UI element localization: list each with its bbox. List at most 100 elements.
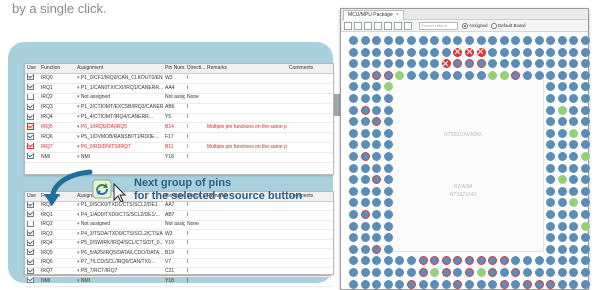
assignment-cell[interactable]: ▾ P7_7/LCD/SCL/IRQ6/CAN/TX0... — [75, 258, 163, 268]
package-pin[interactable] — [349, 268, 358, 277]
package-pin[interactable] — [441, 70, 451, 80]
package-pin[interactable] — [546, 198, 556, 208]
package-pin[interactable] — [453, 59, 463, 69]
package-pin[interactable] — [360, 82, 370, 92]
comments-cell[interactable] — [287, 220, 333, 231]
package-pin[interactable] — [557, 186, 567, 196]
package-pin[interactable] — [557, 117, 567, 127]
tab-mcu-package[interactable]: MCU/MPU Package × — [343, 10, 404, 20]
table-row[interactable]: IRQ4 ▾ P1_4/CTIOMT/IRQ4/CANERR... Y5 I — [25, 113, 333, 124]
package-pin[interactable] — [372, 268, 382, 277]
package-pin[interactable] — [349, 279, 358, 289]
col-assignment[interactable]: Assignment — [75, 64, 163, 74]
package-pin[interactable] — [372, 186, 382, 196]
comments-cell[interactable] — [287, 122, 333, 134]
use-cell[interactable] — [25, 142, 39, 154]
use-cell[interactable] — [25, 122, 39, 134]
use-cell[interactable] — [25, 152, 39, 164]
assignment-cell[interactable]: ▾ P1_1/CAN0TX/CXI/IRQ1/CANERR... — [75, 83, 163, 94]
package-pin[interactable] — [383, 163, 393, 173]
settings-icon[interactable] — [404, 22, 412, 30]
package-pin[interactable] — [534, 59, 544, 69]
use-checkbox[interactable] — [27, 122, 34, 130]
package-pin[interactable] — [349, 140, 358, 150]
package-pin[interactable] — [407, 47, 416, 57]
package-pin[interactable] — [546, 210, 556, 219]
comments-cell[interactable] — [287, 258, 333, 268]
package-pin[interactable] — [557, 256, 567, 266]
comments-cell[interactable] — [287, 83, 333, 94]
use-cell[interactable] — [25, 229, 39, 240]
package-pin[interactable] — [360, 198, 370, 208]
package-pin[interactable] — [360, 70, 370, 80]
package-pin[interactable] — [534, 279, 544, 289]
rotate-icon[interactable] — [374, 22, 382, 30]
col-direction[interactable]: Directi... — [185, 64, 205, 74]
use-cell[interactable] — [25, 113, 39, 124]
package-pin[interactable] — [441, 36, 451, 45]
package-pin[interactable] — [453, 47, 463, 57]
package-pin[interactable] — [534, 256, 544, 266]
package-pin[interactable] — [349, 244, 358, 254]
package-pin[interactable] — [395, 36, 405, 45]
package-pin[interactable] — [349, 221, 358, 231]
package-pin[interactable] — [418, 59, 428, 69]
comments-cell[interactable] — [287, 73, 333, 84]
assignment-cell[interactable]: ▾ P8_7/RCT/IRQ7 — [75, 267, 163, 278]
table-row[interactable]: IRQ3 ▾ P4_3/TSDA/TXD0/CTS/SCL2/CTS/A... W3… — [25, 229, 333, 240]
package-pin[interactable] — [581, 152, 590, 161]
use-checkbox[interactable] — [27, 210, 34, 218]
assignment-cell[interactable]: ▾ Not assigned — [75, 93, 163, 104]
package-pin[interactable] — [488, 36, 498, 45]
flip-icon[interactable] — [384, 22, 392, 30]
package-pin[interactable] — [581, 70, 590, 80]
package-pin[interactable] — [476, 70, 486, 80]
table-row[interactable]: IRQ7 ▾ P8_7/RCT/IRQ7 C21 I — [25, 267, 333, 278]
use-cell[interactable] — [25, 103, 39, 114]
package-pin[interactable] — [383, 210, 393, 219]
package-pin[interactable] — [557, 175, 567, 185]
package-pin[interactable] — [349, 105, 358, 115]
package-pin[interactable] — [499, 279, 509, 289]
package-pin[interactable] — [430, 256, 440, 266]
package-pin[interactable] — [372, 82, 382, 92]
package-pin[interactable] — [395, 256, 405, 266]
package-pin[interactable] — [349, 256, 358, 266]
package-pin[interactable] — [441, 256, 451, 266]
package-pin[interactable] — [557, 59, 567, 69]
package-pin[interactable] — [441, 47, 451, 57]
package-pin[interactable] — [383, 279, 393, 289]
package-pin[interactable] — [360, 152, 370, 161]
package-pin[interactable] — [360, 47, 370, 57]
col-comments[interactable]: Comments — [287, 64, 333, 74]
package-pin[interactable] — [523, 268, 532, 277]
table-row[interactable]: IRQ2▾ Not assignedNot assignNone — [25, 93, 333, 104]
use-checkbox[interactable] — [27, 103, 34, 110]
package-pin[interactable] — [383, 186, 393, 196]
package-pin[interactable] — [581, 47, 590, 57]
package-pin[interactable] — [569, 140, 579, 150]
package-pin[interactable] — [581, 268, 590, 277]
package-pin[interactable] — [372, 221, 382, 231]
package-pin[interactable] — [581, 59, 590, 69]
col-use[interactable]: Use — [25, 64, 39, 74]
package-pin[interactable] — [569, 128, 579, 138]
package-pin[interactable] — [569, 244, 579, 254]
package-pin[interactable] — [546, 256, 556, 266]
table-row[interactable]: IRQ7 ▾ P6_0/RD/DN/TS/IRQ7 B11 I Multiple pin… — [25, 142, 333, 154]
package-pin[interactable] — [383, 175, 393, 185]
use-cell[interactable] — [25, 210, 39, 221]
package-pin[interactable] — [546, 175, 556, 185]
package-pin[interactable] — [418, 268, 428, 277]
package-pin[interactable] — [557, 140, 567, 150]
table-row[interactable]: IRQ1 ▾ P1_1/CAN0TX/CXI/IRQ1/CANERR... AA4 I — [25, 83, 333, 94]
package-pin[interactable] — [360, 256, 370, 266]
package-pin[interactable] — [557, 163, 567, 173]
use-checkbox[interactable] — [27, 248, 34, 256]
table-row[interactable]: NMI ▾ NMI Y18 I — [25, 152, 333, 164]
package-pin[interactable] — [383, 244, 393, 254]
package-pin[interactable] — [360, 117, 370, 127]
comments-cell[interactable] — [287, 152, 333, 164]
package-pin[interactable] — [383, 233, 393, 243]
table-row[interactable]: IRQ4 ▾ P5_0/SWIRK/IRQ4/SCL/CTS/DT_0... Y19… — [25, 239, 333, 250]
